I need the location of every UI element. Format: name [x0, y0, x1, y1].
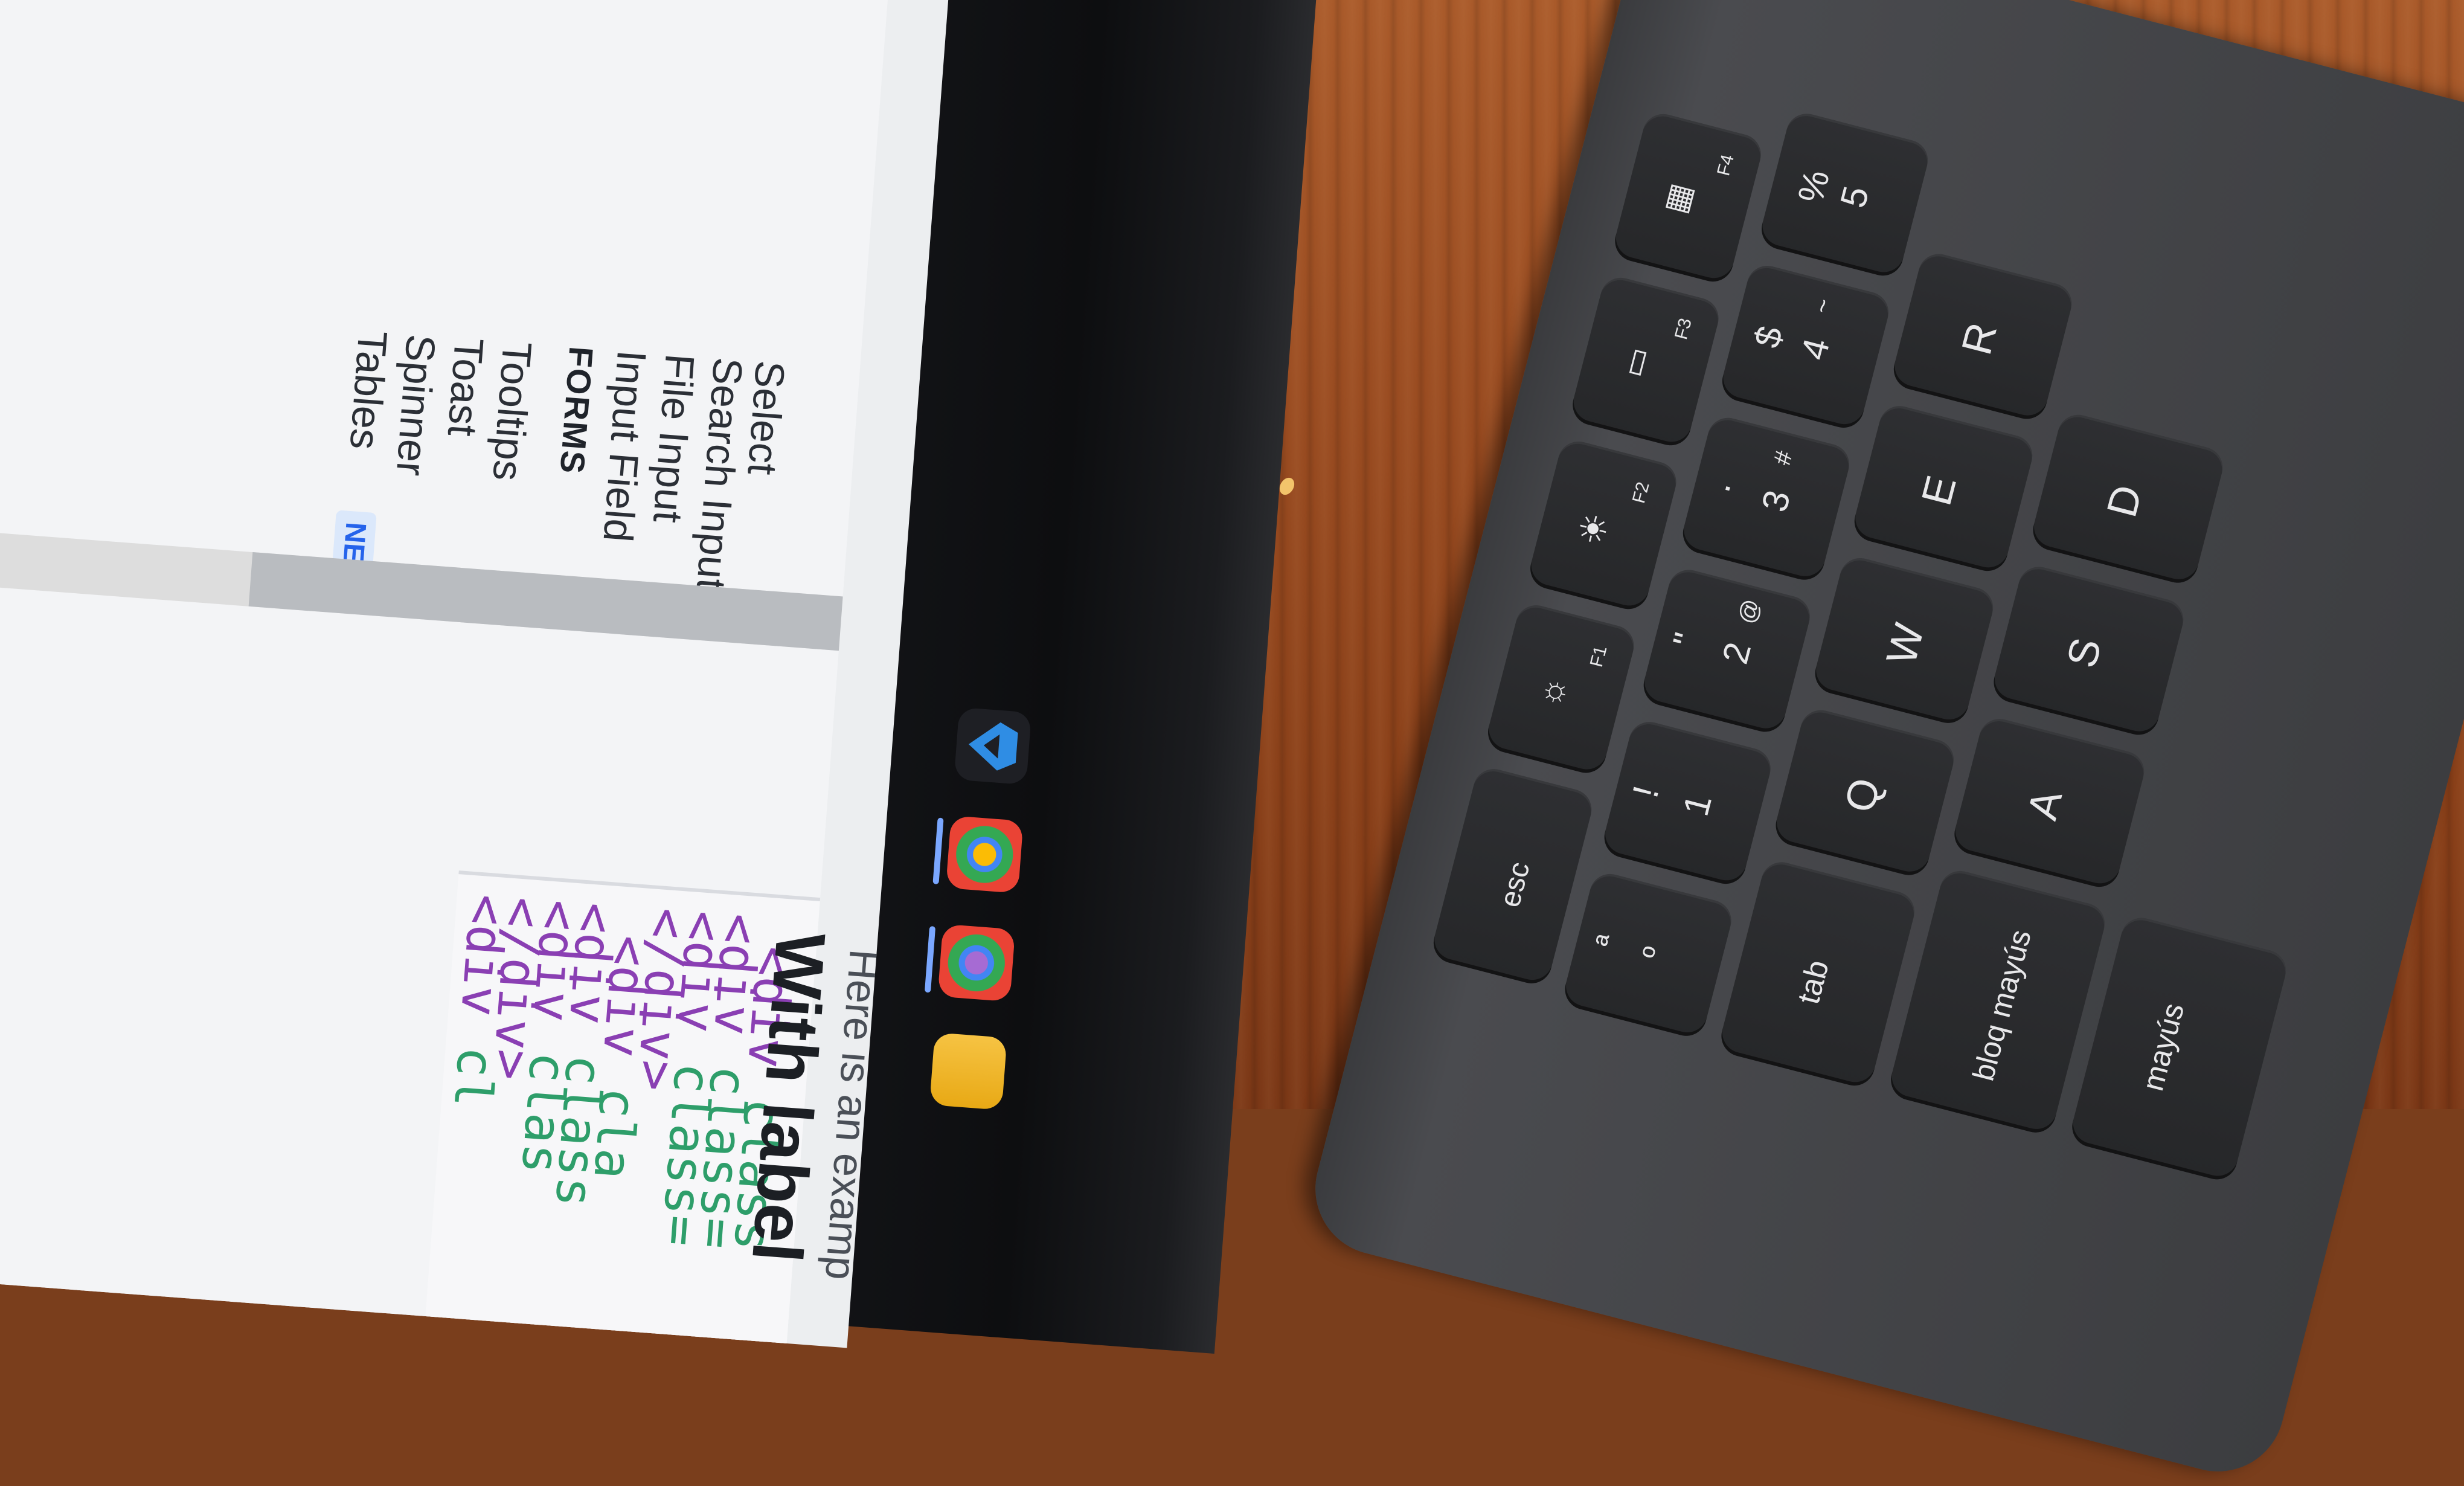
- key-e[interactable]: E: [1850, 401, 2037, 576]
- f3-key[interactable]: F3 ▭: [1568, 273, 1724, 450]
- sidebar-item-toast[interactable]: Toast: [438, 336, 493, 438]
- web-page: Tables NEW Spinner Toast Tooltips FORMS …: [0, 0, 888, 1348]
- key-1-shift: !: [1625, 782, 1667, 802]
- key-a[interactable]: A: [1949, 714, 2149, 892]
- shift-key[interactable]: mayús: [2067, 913, 2291, 1184]
- folder-icon[interactable]: [929, 1032, 1007, 1110]
- key-2[interactable]: " 2 @: [1639, 565, 1815, 736]
- key-3[interactable]: · 3 #: [1678, 413, 1854, 585]
- key-2-shift: ": [1665, 628, 1708, 652]
- forms-heading: FORMS: [553, 345, 601, 476]
- key-d[interactable]: D: [2029, 410, 2227, 588]
- key-2-alt: @: [1733, 596, 1765, 627]
- key-2-main: 2: [1714, 638, 1759, 668]
- key-4-alt: ~: [1808, 295, 1838, 317]
- key-3-shift: ·: [1704, 477, 1747, 499]
- f4-label: F4: [1713, 152, 1738, 178]
- key-r[interactable]: R: [1889, 249, 2076, 423]
- key-s[interactable]: S: [1989, 562, 2188, 739]
- tab-key-label: tab: [1791, 956, 1836, 1008]
- key-q[interactable]: Q: [1771, 706, 1959, 880]
- key-3-alt: #: [1768, 448, 1798, 468]
- key-4[interactable]: $ 4 ~: [1718, 261, 1893, 433]
- key-w-label: W: [1877, 619, 1933, 669]
- f4-key[interactable]: F4 ▦: [1610, 109, 1766, 286]
- vscode-icon[interactable]: [954, 707, 1032, 785]
- key-5-main: 5: [1832, 182, 1877, 212]
- f1-key[interactable]: F1 ☼: [1483, 600, 1638, 777]
- key-4-shift: $: [1746, 322, 1791, 352]
- key-ordinal-main: º: [1636, 943, 1673, 963]
- key-4-main: 4: [1793, 334, 1838, 364]
- sidebar-item-tooltips[interactable]: Tooltips: [484, 340, 541, 483]
- f3-label: F3: [1671, 316, 1696, 342]
- esc-key-label: esc: [1493, 858, 1536, 911]
- key-ordinal[interactable]: ª º: [1561, 869, 1736, 1041]
- key-e-label: E: [1912, 471, 1965, 510]
- f2-label: F2: [1628, 480, 1654, 506]
- key-5[interactable]: % 5: [1757, 109, 1933, 280]
- key-q-label: Q: [1835, 773, 1890, 817]
- key-d-label: D: [2097, 480, 2151, 522]
- sidebar-item-tables[interactable]: Tables: [341, 329, 397, 451]
- caps-lock-key[interactable]: bloq mayús: [1886, 866, 2109, 1137]
- chrome-profile-icon[interactable]: [945, 815, 1024, 893]
- chrome-profile-icon[interactable]: [937, 924, 1016, 1002]
- esc-key[interactable]: esc: [1429, 764, 1596, 988]
- shift-key-label: mayús: [2135, 999, 2191, 1095]
- key-ordinal-shift: ª: [1589, 931, 1626, 951]
- sidebar-item-select[interactable]: Select: [738, 359, 794, 477]
- app-switch-icon: ▦: [1657, 179, 1699, 217]
- key-1-main: 1: [1675, 790, 1720, 820]
- caps-lock-label: bloq mayús: [1966, 926, 2038, 1084]
- monitor-screen: Tables NEW Spinner Toast Tooltips FORMS …: [0, 0, 951, 1348]
- key-s-label: S: [2058, 633, 2111, 672]
- key-3-main: 3: [1754, 486, 1798, 516]
- tab-key[interactable]: tab: [1717, 857, 1919, 1090]
- brightness-up-icon: ☀: [1570, 508, 1618, 550]
- key-1[interactable]: ! 1: [1600, 717, 1776, 889]
- task-view-icon: ▭: [1615, 343, 1657, 381]
- key-w[interactable]: W: [1811, 553, 1998, 728]
- key-5-shift: %: [1789, 166, 1838, 207]
- f2-key[interactable]: F2 ☀: [1526, 437, 1681, 614]
- key-r-label: R: [1952, 318, 2006, 359]
- sidebar-item-spinner[interactable]: Spinner: [387, 333, 444, 478]
- key-a-label: A: [2018, 785, 2071, 825]
- brightness-down-icon: ☼: [1529, 671, 1574, 712]
- f1-label: F1: [1586, 643, 1611, 669]
